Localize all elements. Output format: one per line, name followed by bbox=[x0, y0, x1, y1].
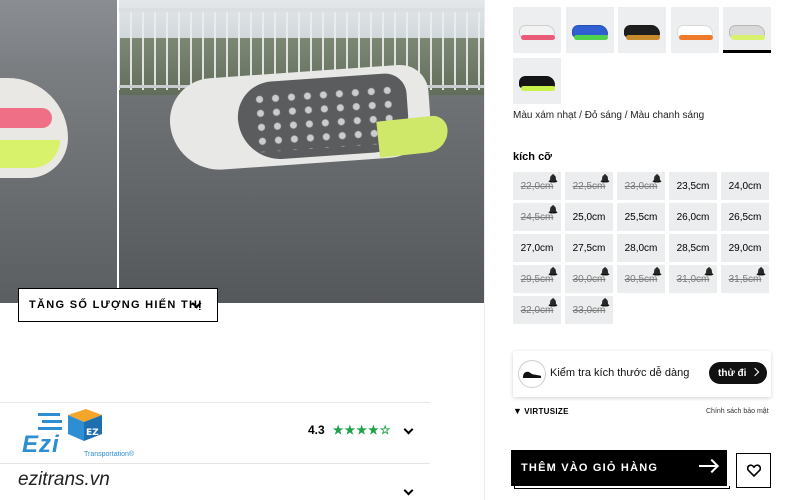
notify-bell-icon: 🔔 bbox=[652, 267, 662, 276]
virtusize-label: VIRTUSIZE bbox=[524, 406, 569, 416]
product-photo-left[interactable] bbox=[0, 0, 118, 303]
shoe-sole-image bbox=[678, 35, 713, 40]
color-swatch[interactable] bbox=[513, 7, 561, 53]
size-option[interactable]: 33,0cm 🔔 bbox=[565, 296, 613, 324]
size-option[interactable]: 26,5cm bbox=[721, 203, 769, 231]
show-more-label: TĂNG SỐ LƯỢNG HIỂN THỊ bbox=[29, 299, 203, 311]
rating-value: 4.3 bbox=[308, 423, 325, 437]
shoe-icon bbox=[518, 360, 546, 388]
product-photo-right[interactable] bbox=[118, 0, 484, 303]
notify-bell-icon: 🔔 bbox=[600, 267, 610, 276]
size-option[interactable]: 29,0cm bbox=[721, 234, 769, 262]
size-label: 28,5cm bbox=[676, 242, 710, 254]
add-to-cart-label: THÊM VÀO GIỎ HÀNG bbox=[521, 462, 659, 474]
shoe-sole-image bbox=[731, 35, 765, 40]
arrow-right-icon bbox=[699, 465, 717, 467]
notify-bell-icon: 🔔 bbox=[600, 174, 610, 183]
shoe-sole-image bbox=[573, 35, 608, 40]
shoe-sole-image bbox=[626, 35, 660, 40]
reviews-rating[interactable]: 4.3 ★★★★☆ bbox=[308, 423, 391, 437]
size-option[interactable]: 22,0cm 🔔 bbox=[513, 172, 561, 200]
size-option[interactable]: 32,0cm 🔔 bbox=[513, 296, 561, 324]
size-option[interactable]: 22,5cm 🔔 bbox=[565, 172, 613, 200]
size-option[interactable]: 24,0cm bbox=[721, 172, 769, 200]
size-option[interactable]: 26,0cm bbox=[669, 203, 717, 231]
privacy-policy-link[interactable]: Chính sách bảo mật bbox=[706, 408, 769, 415]
logo-brand: Ezi bbox=[22, 431, 60, 458]
color-swatch[interactable] bbox=[723, 7, 771, 53]
size-option[interactable]: 30,5cm 🔔 bbox=[617, 265, 665, 293]
size-option[interactable]: 29,5cm 🔔 bbox=[513, 265, 561, 293]
size-label: 26,0cm bbox=[676, 211, 710, 223]
show-more-button[interactable]: TĂNG SỐ LƯỢNG HIỂN THỊ bbox=[18, 288, 218, 322]
size-option[interactable]: 31,0cm 🔔 bbox=[669, 265, 717, 293]
size-label: 24,0cm bbox=[728, 180, 762, 192]
virtusize-brand: ▼ VIRTUSIZE bbox=[513, 406, 569, 416]
notify-bell-icon: 🔔 bbox=[548, 267, 558, 276]
heart-icon bbox=[746, 464, 761, 477]
size-option[interactable]: 30,0cm 🔔 bbox=[565, 265, 613, 293]
size-option[interactable]: 23,0cm 🔔 bbox=[617, 172, 665, 200]
size-option[interactable]: 25,5cm bbox=[617, 203, 665, 231]
size-title: kích cỡ bbox=[513, 151, 553, 163]
try-it-button[interactable]: thử đi bbox=[709, 362, 767, 384]
size-option[interactable]: 25,0cm bbox=[565, 203, 613, 231]
chevron-down-icon[interactable] bbox=[403, 424, 414, 435]
size-label: 26,5cm bbox=[728, 211, 762, 223]
svg-text:EZ: EZ bbox=[86, 428, 99, 438]
size-check-banner[interactable]: Kiểm tra kích thước dễ dàng thử đi bbox=[513, 351, 771, 397]
size-label: 29,0cm bbox=[728, 242, 762, 254]
color-swatch[interactable] bbox=[565, 7, 614, 53]
color-swatch[interactable] bbox=[513, 58, 561, 104]
size-option[interactable]: 31,5cm 🔔 bbox=[721, 265, 769, 293]
star-rating-icon: ★★★★☆ bbox=[332, 423, 392, 437]
color-swatch[interactable] bbox=[618, 7, 666, 53]
shoe-sole-image bbox=[521, 86, 555, 91]
virtusize-logo-icon: ▼ bbox=[513, 406, 523, 416]
add-to-cart-button[interactable]: THÊM VÀO GIỎ HÀNG bbox=[511, 450, 727, 486]
try-it-label: thử đi bbox=[718, 367, 747, 379]
size-check-text: Kiểm tra kích thước dễ dàng bbox=[550, 367, 690, 379]
wishlist-button[interactable] bbox=[736, 453, 771, 488]
watermark-url: ezitrans.vn bbox=[18, 469, 110, 490]
size-option[interactable]: 28,0cm bbox=[617, 234, 665, 262]
product-page: TĂNG SỐ LƯỢNG HIỂN THỊ 4.3 ★★★★☆ EZ Ezi … bbox=[0, 0, 800, 500]
size-label: 25,0cm bbox=[572, 211, 606, 223]
notify-bell-icon: 🔔 bbox=[548, 174, 558, 183]
size-label: 27,0cm bbox=[520, 242, 554, 254]
selected-color-name: Màu xám nhạt / Đỏ sáng / Màu chanh sáng bbox=[513, 110, 705, 121]
size-option[interactable]: 27,5cm bbox=[565, 234, 613, 262]
notify-bell-icon: 🔔 bbox=[600, 298, 610, 307]
notify-bell-icon: 🔔 bbox=[704, 267, 714, 276]
notify-bell-icon: 🔔 bbox=[548, 298, 558, 307]
notify-bell-icon: 🔔 bbox=[548, 205, 558, 214]
size-option[interactable]: 24,5cm 🔔 bbox=[513, 203, 561, 231]
logo-tagline: Transportation® bbox=[84, 451, 135, 458]
size-label: 28,0cm bbox=[624, 242, 658, 254]
size-label: 25,5cm bbox=[624, 211, 658, 223]
size-label: 27,5cm bbox=[572, 242, 606, 254]
shoe-sole-image bbox=[521, 35, 555, 40]
notify-bell-icon: 🔔 bbox=[756, 267, 766, 276]
size-label: 23,5cm bbox=[676, 180, 710, 192]
chevron-down-icon[interactable] bbox=[403, 485, 414, 496]
accordion-divider bbox=[0, 402, 430, 403]
size-option[interactable]: 27,0cm bbox=[513, 234, 561, 262]
size-option[interactable]: 28,5cm bbox=[669, 234, 717, 262]
ezi-logo: EZ Ezi Transportation® bbox=[22, 405, 135, 465]
size-option[interactable]: 23,5cm bbox=[669, 172, 717, 200]
notify-bell-icon: 🔔 bbox=[652, 174, 662, 183]
chevron-right-icon bbox=[750, 367, 760, 377]
color-swatch[interactable] bbox=[670, 7, 719, 53]
